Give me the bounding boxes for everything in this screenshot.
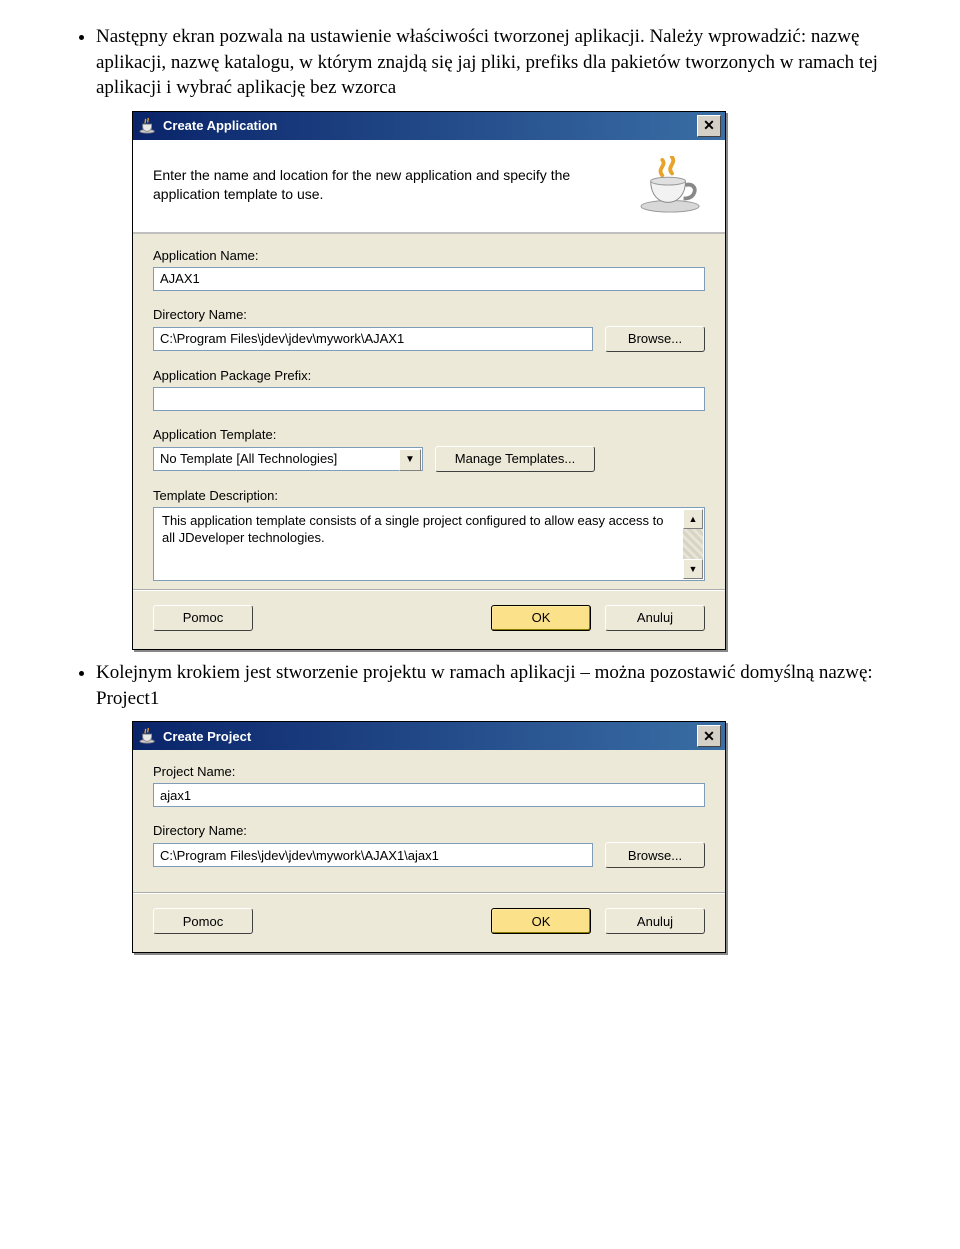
- intro-bullet-2: Kolejnym krokiem jest stworzenie projekt…: [96, 660, 924, 711]
- scroll-up-icon[interactable]: ▲: [683, 509, 703, 529]
- app-template-value[interactable]: [153, 447, 423, 471]
- close-icon: ✕: [703, 728, 715, 745]
- scroll-down-icon[interactable]: ▼: [683, 559, 703, 579]
- proj-name-label: Project Name:: [153, 764, 705, 779]
- manage-templates-button[interactable]: Manage Templates...: [435, 446, 595, 472]
- dialog-header-text: Enter the name and location for the new …: [153, 166, 637, 204]
- dialog-title: Create Application: [163, 118, 697, 133]
- proj-dir-input[interactable]: [153, 843, 593, 867]
- java-cup-large-icon: [637, 156, 705, 214]
- template-desc-box: This application template consists of a …: [153, 507, 705, 581]
- close-icon: ✕: [703, 117, 715, 134]
- create-application-dialog: Create Application ✕ Enter the name and …: [132, 111, 726, 650]
- cancel-button[interactable]: Anuluj: [605, 605, 705, 631]
- dialog-footer: Pomoc OK Anuluj: [133, 589, 725, 649]
- scrollbar[interactable]: ▲ ▼: [683, 509, 703, 579]
- ok-button-2[interactable]: OK: [491, 908, 591, 934]
- help-button[interactable]: Pomoc: [153, 605, 253, 631]
- close-button-2[interactable]: ✕: [697, 725, 721, 747]
- help-button-2[interactable]: Pomoc: [153, 908, 253, 934]
- pkg-prefix-input[interactable]: [153, 387, 705, 411]
- app-name-label: Application Name:: [153, 248, 705, 263]
- app-template-combo[interactable]: ▼: [153, 447, 423, 471]
- template-desc-label: Template Description:: [153, 488, 705, 503]
- java-cup-icon: [139, 728, 157, 744]
- app-name-input[interactable]: [153, 267, 705, 291]
- java-cup-icon: [139, 118, 157, 134]
- dialog-title-2: Create Project: [163, 729, 697, 744]
- cancel-button-2[interactable]: Anuluj: [605, 908, 705, 934]
- template-desc-text: This application template consists of a …: [162, 513, 663, 546]
- dialog-footer-2: Pomoc OK Anuluj: [133, 892, 725, 952]
- dir-name-input[interactable]: [153, 327, 593, 351]
- create-project-dialog: Create Project ✕ Project Name: Directory…: [132, 721, 726, 953]
- browse-button-2[interactable]: Browse...: [605, 842, 705, 868]
- proj-name-input[interactable]: [153, 783, 705, 807]
- chevron-down-icon[interactable]: ▼: [399, 449, 421, 471]
- intro-bullet-1: Następny ekran pozwala na ustawienie wła…: [96, 24, 924, 101]
- app-template-label: Application Template:: [153, 427, 705, 442]
- close-button[interactable]: ✕: [697, 115, 721, 137]
- proj-dir-label: Directory Name:: [153, 823, 705, 838]
- browse-button[interactable]: Browse...: [605, 326, 705, 352]
- ok-button[interactable]: OK: [491, 605, 591, 631]
- pkg-prefix-label: Application Package Prefix:: [153, 368, 705, 383]
- dialog-header-band: Enter the name and location for the new …: [133, 140, 725, 234]
- scroll-track[interactable]: [683, 529, 703, 559]
- titlebar-2: Create Project ✕: [133, 722, 725, 750]
- dir-name-label: Directory Name:: [153, 307, 705, 322]
- titlebar: Create Application ✕: [133, 112, 725, 140]
